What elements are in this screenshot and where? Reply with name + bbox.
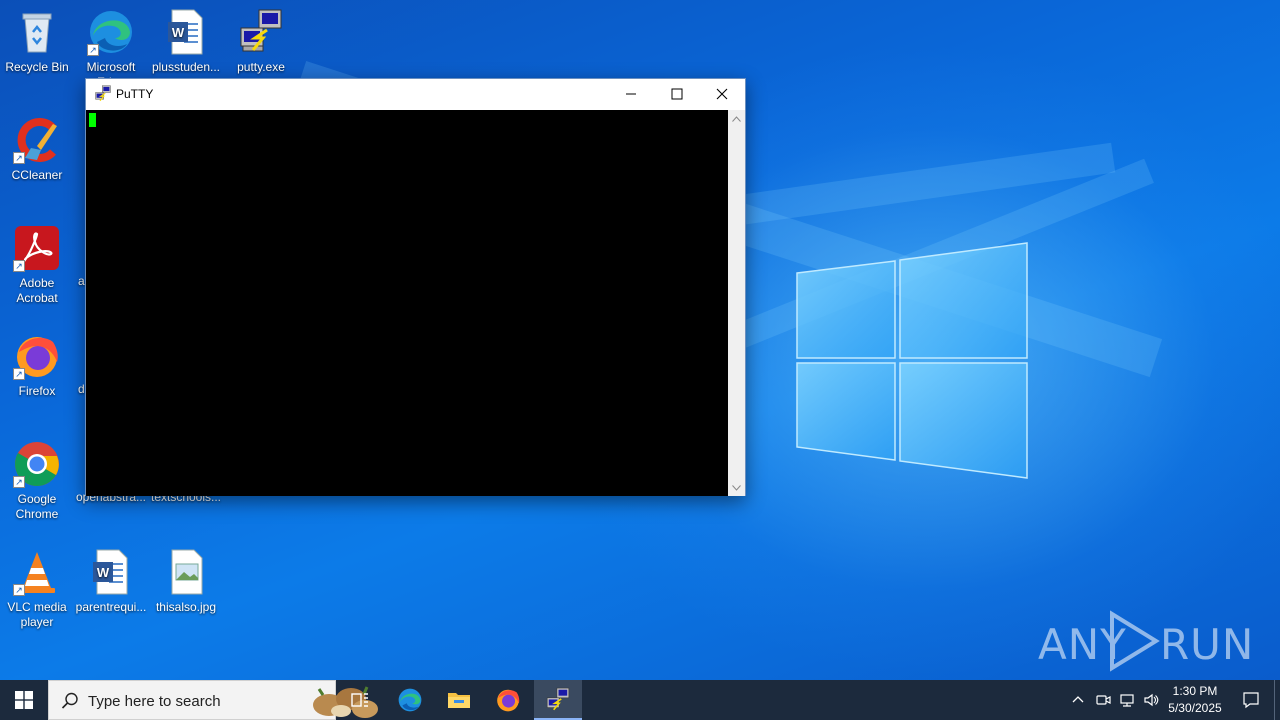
desktop-icon-ccleaner[interactable]: ↗ CCleaner bbox=[0, 116, 75, 183]
firefox-icon: ↗ bbox=[13, 332, 61, 380]
terminal-area[interactable] bbox=[86, 110, 728, 496]
maximize-icon bbox=[671, 88, 683, 100]
desktop-icon-label: plusstuden... bbox=[151, 60, 221, 74]
desktop-icon-label: VLC media player bbox=[7, 600, 67, 629]
desktop-icon-thisalso-jpg[interactable]: thisalso.jpg bbox=[148, 548, 224, 615]
image-file-icon bbox=[162, 548, 210, 596]
clock-date: 5/30/2025 bbox=[1168, 701, 1222, 715]
meet-now-icon bbox=[1096, 695, 1111, 705]
desktop-icon-recycle-bin[interactable]: Recycle Bin bbox=[0, 8, 75, 75]
desktop-icon-google-chrome[interactable]: ↗ Google Chrome bbox=[0, 440, 75, 522]
taskbar-firefox-button[interactable] bbox=[484, 680, 532, 720]
chevron-up-icon bbox=[1072, 696, 1084, 703]
desktop-icon-label: parentrequi... bbox=[75, 600, 147, 614]
recycle-bin-icon bbox=[13, 8, 61, 56]
close-icon bbox=[716, 88, 728, 100]
show-desktop-button[interactable] bbox=[1274, 680, 1280, 720]
chevron-up-icon bbox=[732, 115, 741, 122]
scroll-up-button[interactable] bbox=[728, 110, 745, 127]
terminal-cursor bbox=[89, 113, 96, 127]
firefox-icon bbox=[497, 689, 520, 712]
putty-icon bbox=[95, 85, 111, 102]
svg-text:W: W bbox=[172, 25, 185, 40]
close-button[interactable] bbox=[699, 79, 745, 109]
desktop-icon-label: Google Chrome bbox=[15, 492, 59, 521]
tray-volume[interactable] bbox=[1141, 690, 1161, 710]
windows-logo-wallpaper bbox=[796, 242, 1028, 479]
edge-icon bbox=[398, 688, 422, 712]
volume-icon bbox=[1144, 693, 1159, 707]
desktop-icon-label-partial: d bbox=[78, 382, 85, 396]
putty-icon bbox=[237, 8, 285, 56]
desktop-icon-label: Firefox bbox=[18, 384, 56, 398]
maximize-button[interactable] bbox=[654, 79, 700, 109]
window-title: PuTTY bbox=[116, 87, 154, 101]
desktop-icon-vlc[interactable]: ↗ VLC media player bbox=[0, 548, 75, 630]
putty-icon bbox=[546, 687, 570, 711]
word-document-icon: W bbox=[162, 8, 210, 56]
edge-icon: ↗ bbox=[87, 8, 135, 56]
clock-time: 1:30 PM bbox=[1172, 684, 1218, 698]
vertical-scrollbar[interactable] bbox=[728, 110, 745, 496]
taskbar-search-box[interactable]: Type here to search bbox=[48, 680, 378, 720]
minimize-icon bbox=[626, 93, 636, 95]
vlc-icon: ↗ bbox=[13, 548, 61, 596]
task-view-button[interactable] bbox=[336, 680, 384, 720]
network-icon bbox=[1120, 694, 1134, 707]
desktop-icon-label: Adobe Acrobat bbox=[16, 276, 58, 305]
chevron-down-icon bbox=[732, 484, 741, 491]
notification-icon bbox=[1243, 692, 1259, 709]
windows-start-icon bbox=[15, 691, 33, 709]
start-button[interactable] bbox=[0, 680, 48, 720]
desktop-icon-plusstudent-doc[interactable]: W plusstuden... bbox=[148, 8, 224, 75]
search-icon bbox=[61, 692, 78, 709]
desktop-icon-label: CCleaner bbox=[11, 168, 63, 182]
task-view-icon bbox=[351, 693, 368, 707]
desktop-icon-adobe-acrobat[interactable]: ↗ Adobe Acrobat bbox=[0, 224, 75, 306]
title-bar[interactable]: PuTTY bbox=[86, 79, 745, 110]
svg-text:W: W bbox=[97, 565, 110, 580]
taskbar-edge-button[interactable] bbox=[386, 680, 434, 720]
action-center-button[interactable] bbox=[1236, 680, 1266, 720]
anyrun-watermark: ANY RUN bbox=[1038, 608, 1253, 674]
chrome-icon: ↗ bbox=[13, 440, 61, 488]
tray-network[interactable] bbox=[1117, 690, 1137, 710]
word-document-icon: W bbox=[87, 548, 135, 596]
desktop-icon-firefox[interactable]: ↗ Firefox bbox=[0, 332, 75, 399]
watermark-text-right: RUN bbox=[1160, 620, 1255, 669]
minimize-button[interactable] bbox=[608, 79, 654, 109]
scroll-down-button[interactable] bbox=[728, 479, 745, 496]
desktop-icon-microsoft-edge[interactable]: ↗ Microsoft Edge bbox=[73, 8, 149, 86]
taskbar-putty-button[interactable] bbox=[534, 680, 582, 720]
desktop-icon-label: putty.exe bbox=[237, 60, 285, 74]
ccleaner-icon: ↗ bbox=[13, 116, 61, 164]
taskbar-clock[interactable]: 1:30 PM 5/30/2025 bbox=[1160, 683, 1230, 717]
desktop-icon-parentrequi-doc[interactable]: W parentrequi... bbox=[73, 548, 149, 615]
folder-icon bbox=[448, 693, 470, 708]
taskbar: Type here to search 1:30 PM 5/30/2025 bbox=[0, 680, 1280, 720]
taskbar-file-explorer-button[interactable] bbox=[435, 680, 483, 720]
adobe-acrobat-icon: ↗ bbox=[13, 224, 61, 272]
putty-window[interactable]: PuTTY bbox=[85, 78, 746, 496]
desktop-icon-label: thisalso.jpg bbox=[155, 600, 217, 614]
desktop-icon-label-partial: a bbox=[78, 274, 85, 288]
tray-meet-now[interactable] bbox=[1093, 690, 1113, 710]
show-hidden-icons-button[interactable] bbox=[1068, 690, 1088, 710]
desktop-icon-putty-exe[interactable]: putty.exe bbox=[223, 8, 299, 75]
play-icon bbox=[1110, 610, 1160, 672]
desktop-icon-label: Recycle Bin bbox=[5, 60, 69, 74]
search-placeholder: Type here to search bbox=[88, 693, 221, 710]
